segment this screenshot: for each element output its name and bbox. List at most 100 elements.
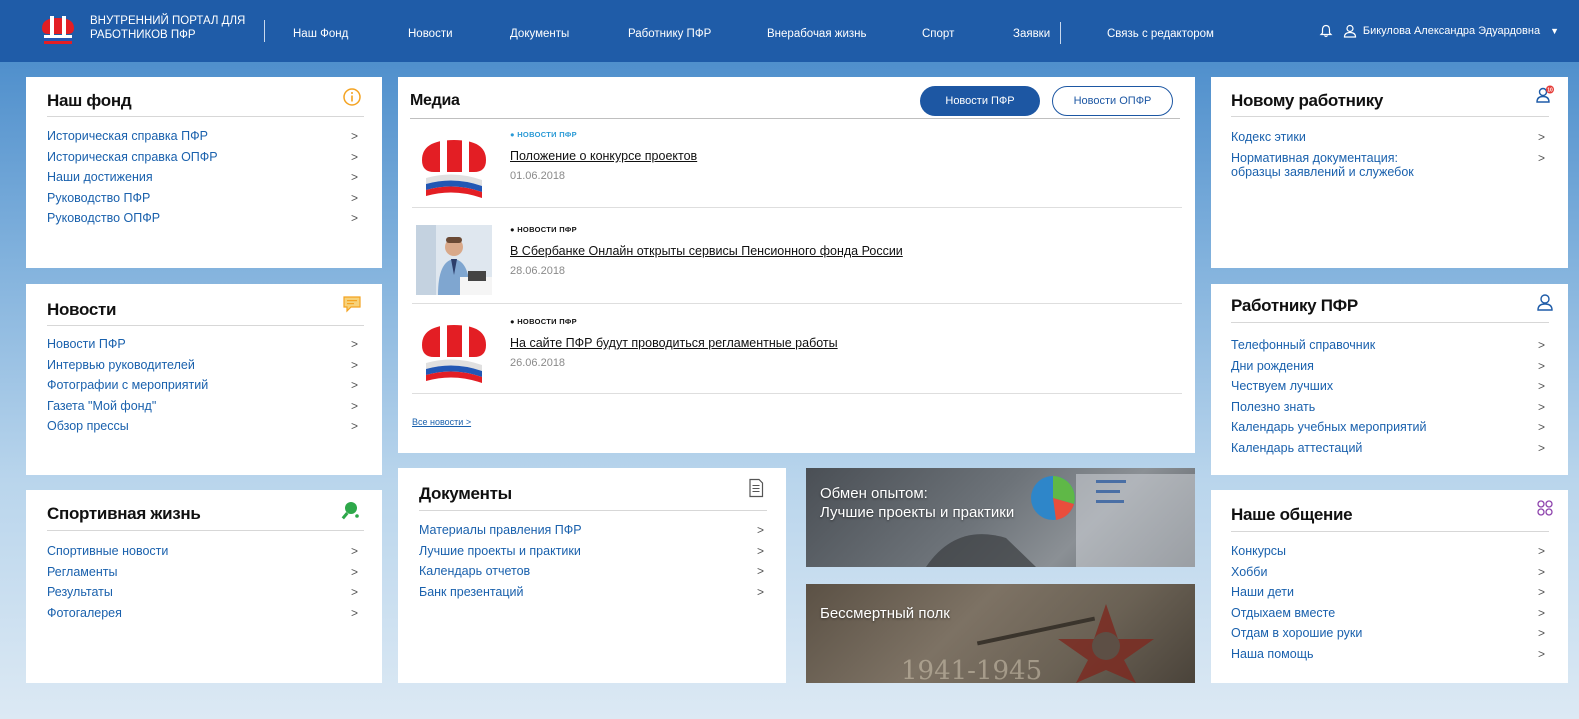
link-otdam-v-horoshie-ruki[interactable]: Отдам в хорошие руки >: [1231, 623, 1545, 644]
chevron-right-icon: >: [350, 419, 358, 434]
link-kalendar-attestaciy[interactable]: Календарь аттестаций >: [1231, 438, 1545, 459]
link-otdyhaem-vmeste[interactable]: Отдыхаем вместе >: [1231, 603, 1545, 624]
link-istoricheskaya-spravka-pfr[interactable]: Историческая справка ПФР >: [47, 126, 358, 147]
link-chestvuem-luchshih[interactable]: Чествуем лучших >: [1231, 376, 1545, 397]
chevron-right-icon: >: [1537, 564, 1545, 579]
chevron-right-icon: >: [350, 190, 358, 205]
link-dni-rozhdeniya[interactable]: Дни рождения >: [1231, 356, 1545, 377]
link-label: Руководство ПФР: [47, 190, 151, 205]
photo-star-background: 1941-1945: [901, 604, 1154, 683]
news-date: 26.06.2018: [510, 357, 566, 369]
link-rukovodstvo-pfr[interactable]: Руководство ПФР >: [47, 188, 358, 209]
tab-novosti-opfr[interactable]: Новости ОПФР: [1052, 86, 1173, 116]
tile-title: Бессмертный полк: [820, 605, 950, 622]
link-kalendar-uchebnyh[interactable]: Календарь учебных мероприятий >: [1231, 417, 1545, 438]
nash-fond-card: Наш фонд Историческая справка ПФР > Истор…: [26, 77, 382, 268]
chevron-right-icon: >: [1537, 626, 1545, 641]
chevron-right-icon: >: [1537, 440, 1545, 455]
news-tag: ● НОВОСТИ ПФР: [510, 225, 577, 234]
nav-nash-fond[interactable]: Наш Фонд: [293, 28, 348, 40]
link-kalendar-otchetov[interactable]: Календарь отчетов >: [419, 561, 764, 582]
tile-experience-exchange[interactable]: Обмен опытом: Лучшие проекты и практики: [806, 468, 1195, 567]
link-label: Отдыхаем вместе: [1231, 605, 1336, 620]
chevron-right-icon: >: [1537, 379, 1545, 394]
nav-novosti[interactable]: Новости: [408, 28, 453, 40]
news-tag: ● НОВОСТИ ПФР: [510, 317, 577, 326]
worker-pfr-card: Работнику ПФР Телефонный справочник > Дни…: [1211, 284, 1568, 475]
news-tag: ● НОВОСТИ ПФР: [510, 130, 577, 139]
worker-pfr-links: Телефонный справочник > Дни рождения > Чес…: [1231, 335, 1545, 459]
nav-vnerabochaya-zhizn[interactable]: Внерабочая жизнь: [767, 28, 866, 40]
chevron-right-icon: >: [350, 129, 358, 143]
link-label: Дни рождения: [1231, 358, 1314, 373]
card-divider: [1231, 116, 1549, 117]
documents-links: Материалы правления ПФР > Лучшие проекты …: [419, 520, 764, 602]
nav-dokumenty[interactable]: Документы: [510, 28, 569, 40]
sport-links: Спортивные новости > Регламенты > Результа…: [47, 541, 358, 623]
link-fotogalereya[interactable]: Фотогалерея >: [47, 603, 358, 624]
link-materialy-pravleniya[interactable]: Материалы правления ПФР >: [419, 520, 764, 541]
tile-title-line-2: Лучшие проекты и практики: [820, 504, 1015, 521]
link-nashi-dostizheniya[interactable]: Наши достижения >: [47, 167, 358, 188]
card-title: Работнику ПФР: [1231, 296, 1358, 315]
link-luchshie-proekty[interactable]: Лучшие проекты и практики >: [419, 541, 764, 562]
card-title: Документы: [419, 484, 512, 503]
link-novosti-pfr[interactable]: Новости ПФР >: [47, 334, 358, 355]
link-bank-prezentaciy[interactable]: Банк презентаций >: [419, 582, 764, 603]
news-headline[interactable]: Положение о конкурсе проектов: [510, 149, 697, 163]
tab-novosti-pfr[interactable]: Новости ПФР: [920, 86, 1040, 116]
link-telefonnyy-spravochnik[interactable]: Телефонный справочник >: [1231, 335, 1545, 356]
caret-down-icon[interactable]: ▼: [1550, 26, 1559, 36]
link-reglamenty[interactable]: Регламенты >: [47, 562, 358, 583]
link-normativnaya-dokumentaciya[interactable]: Нормативная документация: образцы заявле…: [1231, 151, 1545, 179]
chevron-right-icon: >: [1537, 338, 1545, 352]
link-gazeta-moy-fond[interactable]: Газета "Мой фонд" >: [47, 396, 358, 417]
link-nasha-pomoshch[interactable]: Наша помощь >: [1231, 644, 1545, 665]
sport-card: Спортивная жизнь Спортивные новости > Рег…: [26, 490, 382, 683]
link-intervyu-rukovoditeley[interactable]: Интервью руководителей >: [47, 355, 358, 376]
all-news-link[interactable]: Все новости >: [412, 417, 471, 427]
nav-svyaz-s-redaktorom[interactable]: Связь с редактором: [1107, 28, 1214, 40]
link-fotografii[interactable]: Фотографии с мероприятий >: [47, 375, 358, 396]
news-item: ● НОВОСТИ ПФР Положение о конкурсе проек…: [412, 122, 1182, 218]
new-worker-card: Новому работнику 10 Кодекс этики > Нормат…: [1211, 77, 1568, 268]
nav-sport[interactable]: Спорт: [922, 28, 954, 40]
nav-rabotniku-pfr[interactable]: Работнику ПФР: [628, 28, 711, 40]
link-istoricheskaya-spravka-opfr[interactable]: Историческая справка ОПФР >: [47, 147, 358, 168]
link-kodeks-etiki[interactable]: Кодекс этики >: [1231, 127, 1545, 148]
nav-zayavki[interactable]: Заявки: [1013, 28, 1050, 40]
link-nashi-deti[interactable]: Наши дети >: [1231, 582, 1545, 603]
link-label: Руководство ОПФР: [47, 211, 161, 226]
link-label: Регламенты: [47, 564, 118, 579]
link-konkursy[interactable]: Конкурсы >: [1231, 541, 1545, 562]
user-name[interactable]: Бикулова Александра Эдуардовна: [1363, 25, 1540, 37]
photo-man-at-desk: [416, 225, 492, 295]
link-rukovodstvo-opfr[interactable]: Руководство ОПФР >: [47, 208, 358, 229]
link-rezultaty[interactable]: Результаты >: [47, 582, 358, 603]
card-divider: [47, 116, 364, 117]
link-label: Наши дети: [1231, 585, 1295, 600]
card-title: Наш фонд: [47, 91, 132, 110]
card-title: Медиа: [410, 92, 460, 109]
link-sportivnye-novosti[interactable]: Спортивные новости >: [47, 541, 358, 562]
chevron-right-icon: >: [1537, 605, 1545, 620]
link-hobbi[interactable]: Хобби >: [1231, 562, 1545, 583]
link-polezno-znat[interactable]: Полезно знать >: [1231, 397, 1545, 418]
user-menu[interactable]: Бикулова Александра Эдуардовна ▼: [1319, 24, 1559, 38]
chevron-right-icon: >: [350, 544, 358, 558]
news-date: 28.06.2018: [510, 265, 566, 277]
news-headline[interactable]: В Сбербанке Онлайн открыты сервисы Пенси…: [510, 244, 903, 258]
chevron-right-icon: >: [1537, 420, 1545, 435]
bell-icon[interactable]: [1319, 24, 1333, 38]
card-divider: [410, 118, 1180, 119]
user-badge-icon: 10: [1536, 85, 1554, 103]
link-label: Календарь учебных мероприятий: [1231, 420, 1427, 435]
link-obzor-pressy[interactable]: Обзор прессы >: [47, 416, 358, 437]
link-label: Конкурсы: [1231, 544, 1287, 558]
pfr-logo-icon: [422, 321, 486, 383]
card-title: Спортивная жизнь: [47, 504, 201, 523]
news-headline[interactable]: На сайте ПФР будут проводиться регламент…: [510, 336, 838, 350]
tile-title: Обмен опытом: Лучшие проекты и практики: [820, 484, 1014, 522]
tile-immortal-regiment[interactable]: 1941-1945 Бессмертный полк: [806, 584, 1195, 683]
link-label: Наша помощь: [1231, 646, 1314, 661]
